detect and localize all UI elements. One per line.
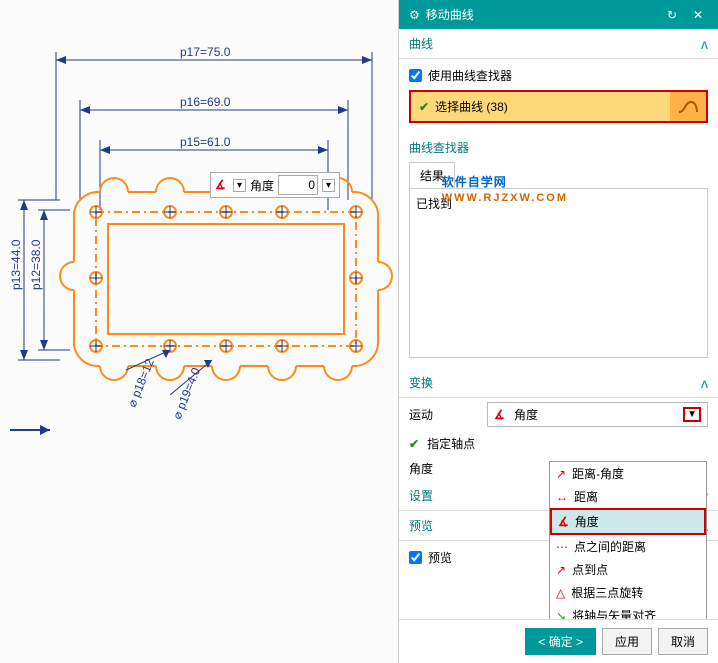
- panel-titlebar: ⚙ 移动曲线 ↻ ✕: [399, 0, 718, 29]
- motion-row: 运动 ∡ 角度 ▼: [399, 398, 718, 431]
- dim-p13: p13=44.0: [9, 239, 23, 290]
- dd-item-dist-angle[interactable]: ↗距离-角度: [550, 462, 706, 485]
- apply-button[interactable]: 应用: [602, 628, 652, 655]
- check-icon: ✔: [419, 100, 429, 114]
- ok-button[interactable]: 确定: [525, 628, 596, 655]
- found-label: 已找到: [416, 195, 701, 212]
- dd-item-three-pt[interactable]: △根据三点旋转: [550, 581, 706, 604]
- toolbar-angle-value[interactable]: [278, 175, 318, 195]
- results-box: 已找到: [409, 188, 708, 358]
- dd-item-angle[interactable]: ∡角度: [550, 508, 706, 535]
- move-curve-panel: ⚙ 移动曲线 ↻ ✕ 曲线 ʌ 使用曲线查找器 ✔ 选择曲线 (38): [398, 0, 718, 663]
- dim-p17: p17=75.0: [180, 45, 231, 59]
- sketch-canvas[interactable]: p17=75.0 p16=69.0 p15=61.0 p13=44.0 p12=…: [0, 0, 398, 663]
- dim-p19: ⌀ p19=4.0: [170, 365, 203, 421]
- cancel-button[interactable]: 取消: [658, 628, 708, 655]
- section-finder-title: 曲线查找器: [399, 133, 718, 156]
- curve-type-icon[interactable]: [670, 92, 706, 121]
- chevron-up-icon: ʌ: [701, 375, 708, 391]
- preview-checkbox[interactable]: [409, 551, 422, 564]
- results-tab[interactable]: 结果: [409, 162, 455, 188]
- motion-dropdown-list[interactable]: ↗距离-角度 ↔距离 ∡角度 ⋯点之间的距离 ↗点到点 △根据三点旋转 ↘将轴与…: [549, 461, 707, 619]
- dim-p12: p12=38.0: [29, 239, 43, 290]
- angle-icon: ∡: [494, 408, 508, 422]
- angle-icon: ∡: [215, 178, 229, 192]
- dropdown-arrow-icon[interactable]: ▼: [683, 407, 701, 422]
- axis-point-row: ✔ 指定轴点: [399, 431, 718, 456]
- dd-item-pt-pt[interactable]: ↗点到点: [550, 558, 706, 581]
- section-curve-header[interactable]: 曲线 ʌ: [399, 29, 718, 59]
- dd-item-dist[interactable]: ↔距离: [550, 485, 706, 508]
- dim-p15: p15=61.0: [180, 135, 231, 149]
- toolbar-value-dropdown[interactable]: ▾: [322, 179, 335, 192]
- panel-title: 移动曲线: [426, 6, 474, 23]
- sketch-svg: p17=75.0 p16=69.0 p15=61.0 p13=44.0 p12=…: [0, 0, 398, 663]
- select-curve-row[interactable]: ✔ 选择曲线 (38): [409, 90, 708, 123]
- dim-p16: p16=69.0: [180, 95, 231, 109]
- dd-item-pt-dist[interactable]: ⋯点之间的距离: [550, 535, 706, 558]
- section-transform-header[interactable]: 变换 ʌ: [399, 368, 718, 398]
- use-finder-checkbox[interactable]: [409, 69, 422, 82]
- toolbar-type-dropdown[interactable]: ▾: [233, 179, 246, 192]
- dd-item-axis-vec[interactable]: ↘将轴与矢量对齐: [550, 604, 706, 619]
- dim-p18: ⌀ p18=12: [125, 356, 157, 409]
- dialog-buttons: 确定 应用 取消: [399, 619, 718, 663]
- reset-icon[interactable]: ↻: [662, 8, 682, 22]
- angle-input-toolbar[interactable]: ∡ ▾ 角度 ▾: [210, 172, 340, 198]
- close-icon[interactable]: ✕: [688, 8, 708, 22]
- toolbar-angle-label: 角度: [250, 177, 274, 194]
- use-finder-check[interactable]: 使用曲线查找器: [409, 65, 708, 90]
- select-curve-label: 选择曲线 (38): [435, 98, 508, 115]
- chevron-up-icon: ʌ: [701, 36, 708, 52]
- motion-dropdown[interactable]: ∡ 角度 ▼: [487, 402, 708, 427]
- check-icon: ✔: [409, 437, 419, 451]
- gear-icon: ⚙: [409, 8, 420, 22]
